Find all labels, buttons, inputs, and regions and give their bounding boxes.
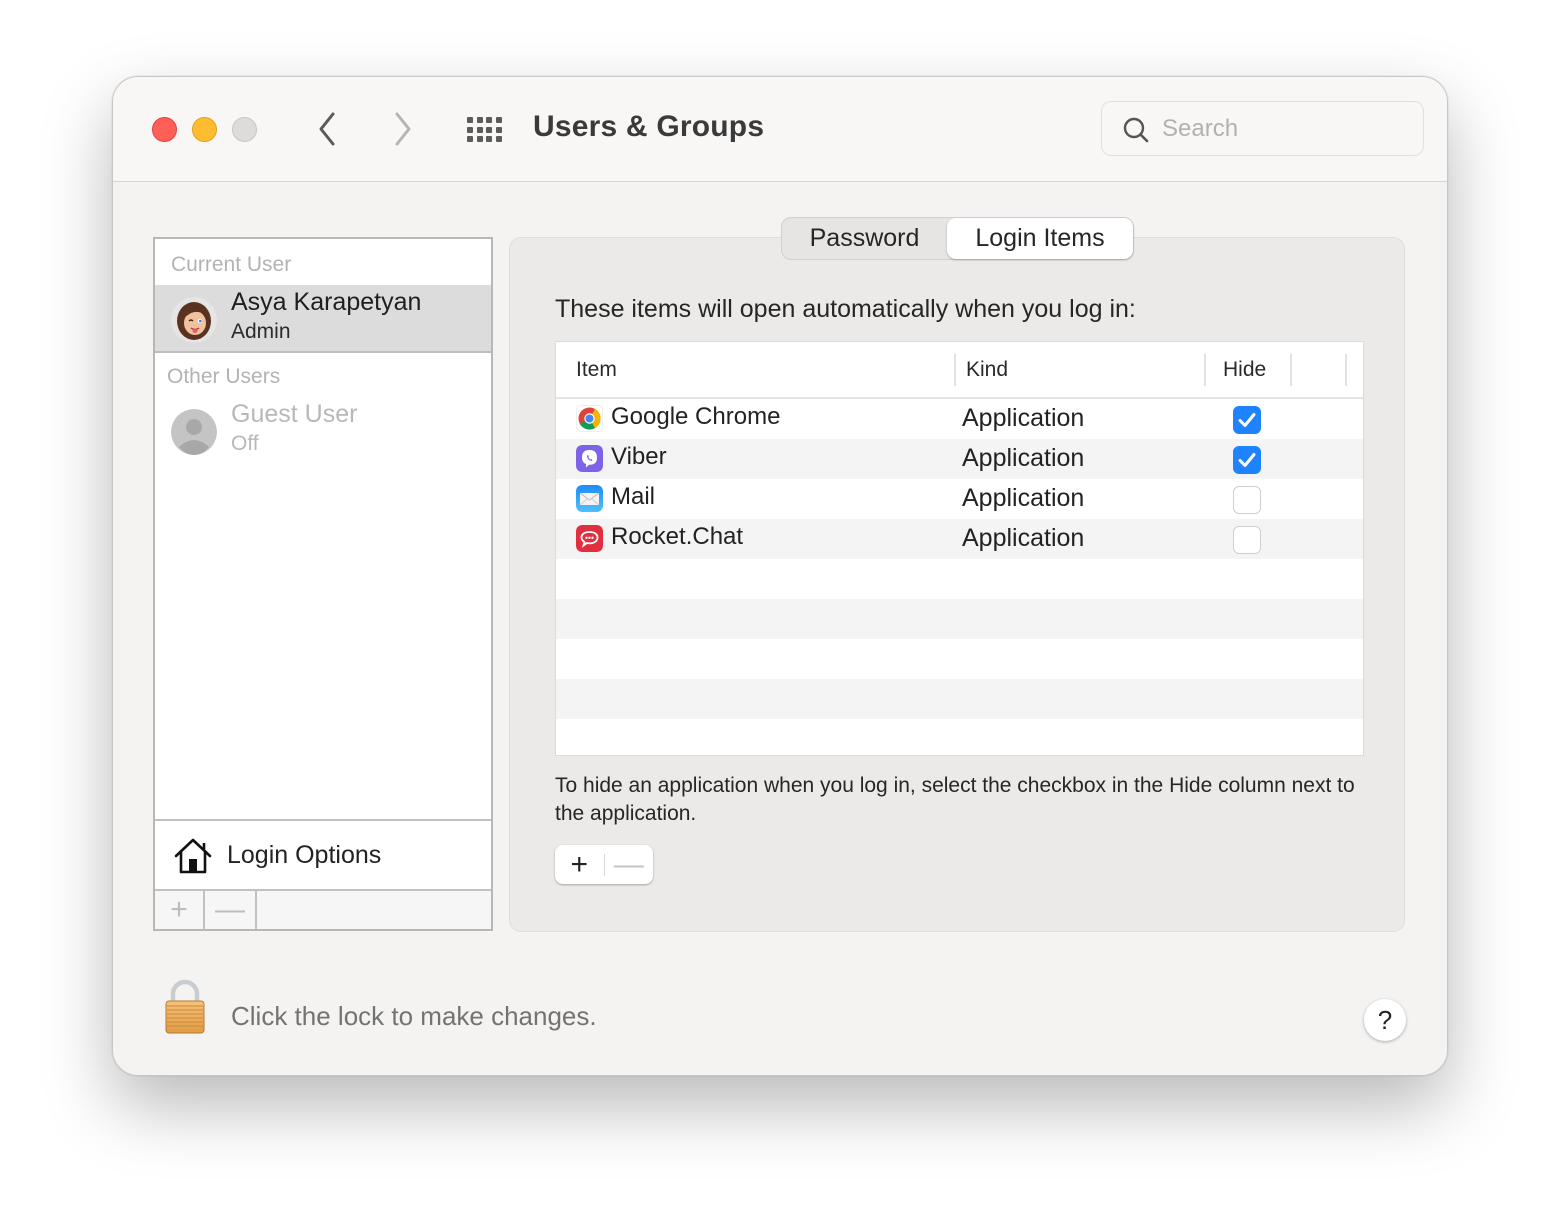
remove-user-button[interactable]: — (205, 891, 257, 929)
guest-user-status: Off (231, 432, 259, 455)
tab-bar: Password Login Items (781, 217, 1134, 260)
title-bar: Users & Groups (113, 77, 1447, 182)
users-groups-window: Users & Groups Current User As (112, 76, 1448, 1076)
guest-user-name: Guest User (231, 400, 358, 428)
item-name: Mail (611, 483, 656, 510)
checkmark-icon (1238, 453, 1256, 467)
checkmark-icon (1238, 413, 1256, 427)
close-button[interactable] (152, 117, 177, 142)
empty-row (556, 599, 1363, 639)
item-kind: Application (962, 484, 1085, 512)
sidebar-toolbar: + — (155, 889, 491, 929)
avatar (171, 297, 217, 343)
hide-checkbox[interactable] (1233, 526, 1261, 554)
add-user-button[interactable]: + (155, 891, 205, 929)
window-title: Users & Groups (533, 110, 765, 143)
zoom-button[interactable] (232, 117, 257, 142)
grid-dot (486, 126, 492, 133)
column-header-hide[interactable]: Hide (1223, 358, 1266, 382)
chrome-icon (576, 405, 603, 432)
user-row-guest[interactable]: Guest User Off (155, 397, 491, 465)
grid-dot (476, 117, 483, 123)
chevron-right-icon (395, 112, 411, 146)
search-input[interactable] (1162, 110, 1412, 148)
grid-dot (476, 126, 483, 133)
mail-icon (576, 485, 603, 512)
rocketchat-icon (576, 525, 603, 552)
user-row-current[interactable]: Asya Karapetyan Admin (155, 285, 491, 353)
add-login-item-button[interactable]: + (555, 845, 604, 884)
current-user-heading: Current User (171, 253, 292, 276)
grid-dot (495, 117, 502, 123)
chevron-left-icon (319, 112, 335, 146)
column-divider[interactable] (954, 354, 956, 386)
grid-dot (495, 136, 502, 142)
table-header: Item Kind Hide (556, 342, 1363, 399)
grid-dot (495, 126, 502, 133)
search-icon (1123, 117, 1149, 143)
memoji-avatar-icon (171, 297, 217, 343)
item-kind: Application (962, 404, 1085, 432)
grid-dot (467, 117, 473, 123)
login-items-table: Item Kind Hide Google Chrome Application (555, 341, 1364, 756)
add-remove-control: + — (555, 845, 653, 884)
home-icon (174, 838, 212, 874)
show-all-button[interactable] (463, 113, 507, 145)
empty-row (556, 559, 1363, 599)
item-name: Rocket.Chat (611, 523, 744, 550)
column-divider[interactable] (1290, 354, 1292, 386)
person-icon (171, 409, 217, 455)
hide-checkbox[interactable] (1233, 406, 1261, 434)
grid-dot (467, 136, 473, 142)
hide-help-text: To hide an application when you log in, … (555, 774, 1355, 825)
other-users-heading: Other Users (167, 365, 281, 388)
empty-row (556, 719, 1363, 755)
table-row[interactable]: Viber Application (556, 439, 1363, 479)
item-name: Viber (611, 443, 667, 470)
table-row[interactable]: Rocket.Chat Application (556, 519, 1363, 559)
tab-password[interactable]: Password (782, 218, 947, 259)
guest-avatar (171, 409, 217, 455)
column-header-kind[interactable]: Kind (966, 358, 1008, 382)
minimize-button[interactable] (192, 117, 217, 142)
grid-dot (486, 136, 492, 142)
forward-button[interactable] (385, 109, 421, 149)
tab-login-items[interactable]: Login Items (947, 218, 1133, 259)
empty-row (556, 639, 1363, 679)
current-user-name: Asya Karapetyan (231, 288, 422, 316)
empty-row (556, 679, 1363, 719)
lock-icon[interactable] (163, 979, 207, 1035)
column-divider[interactable] (1204, 354, 1206, 386)
table-row[interactable]: Mail Application (556, 479, 1363, 519)
hide-checkbox[interactable] (1233, 486, 1261, 514)
login-options-label: Login Options (227, 841, 382, 869)
table-row[interactable]: Google Chrome Application (556, 399, 1363, 439)
column-divider[interactable] (1345, 354, 1347, 386)
lock-status-text: Click the lock to make changes. (231, 1001, 597, 1031)
item-name: Google Chrome (611, 403, 781, 430)
viber-icon (576, 445, 603, 472)
login-items-intro: These items will open automatically when… (555, 295, 1136, 323)
search-field[interactable] (1101, 101, 1424, 156)
grid-dot (467, 126, 473, 133)
hide-checkbox[interactable] (1233, 446, 1261, 474)
help-button[interactable]: ? (1364, 999, 1406, 1041)
item-kind: Application (962, 524, 1085, 552)
users-list: Current User Asya Karapetyan Admin Other… (153, 237, 493, 931)
back-button[interactable] (309, 109, 345, 149)
login-options-button[interactable]: Login Options (155, 819, 491, 889)
item-kind: Application (962, 444, 1085, 472)
column-header-item[interactable]: Item (576, 358, 617, 382)
grid-dot (486, 117, 492, 123)
remove-login-item-button[interactable]: — (604, 845, 653, 884)
current-user-role: Admin (231, 320, 291, 343)
grid-dot (476, 136, 483, 142)
